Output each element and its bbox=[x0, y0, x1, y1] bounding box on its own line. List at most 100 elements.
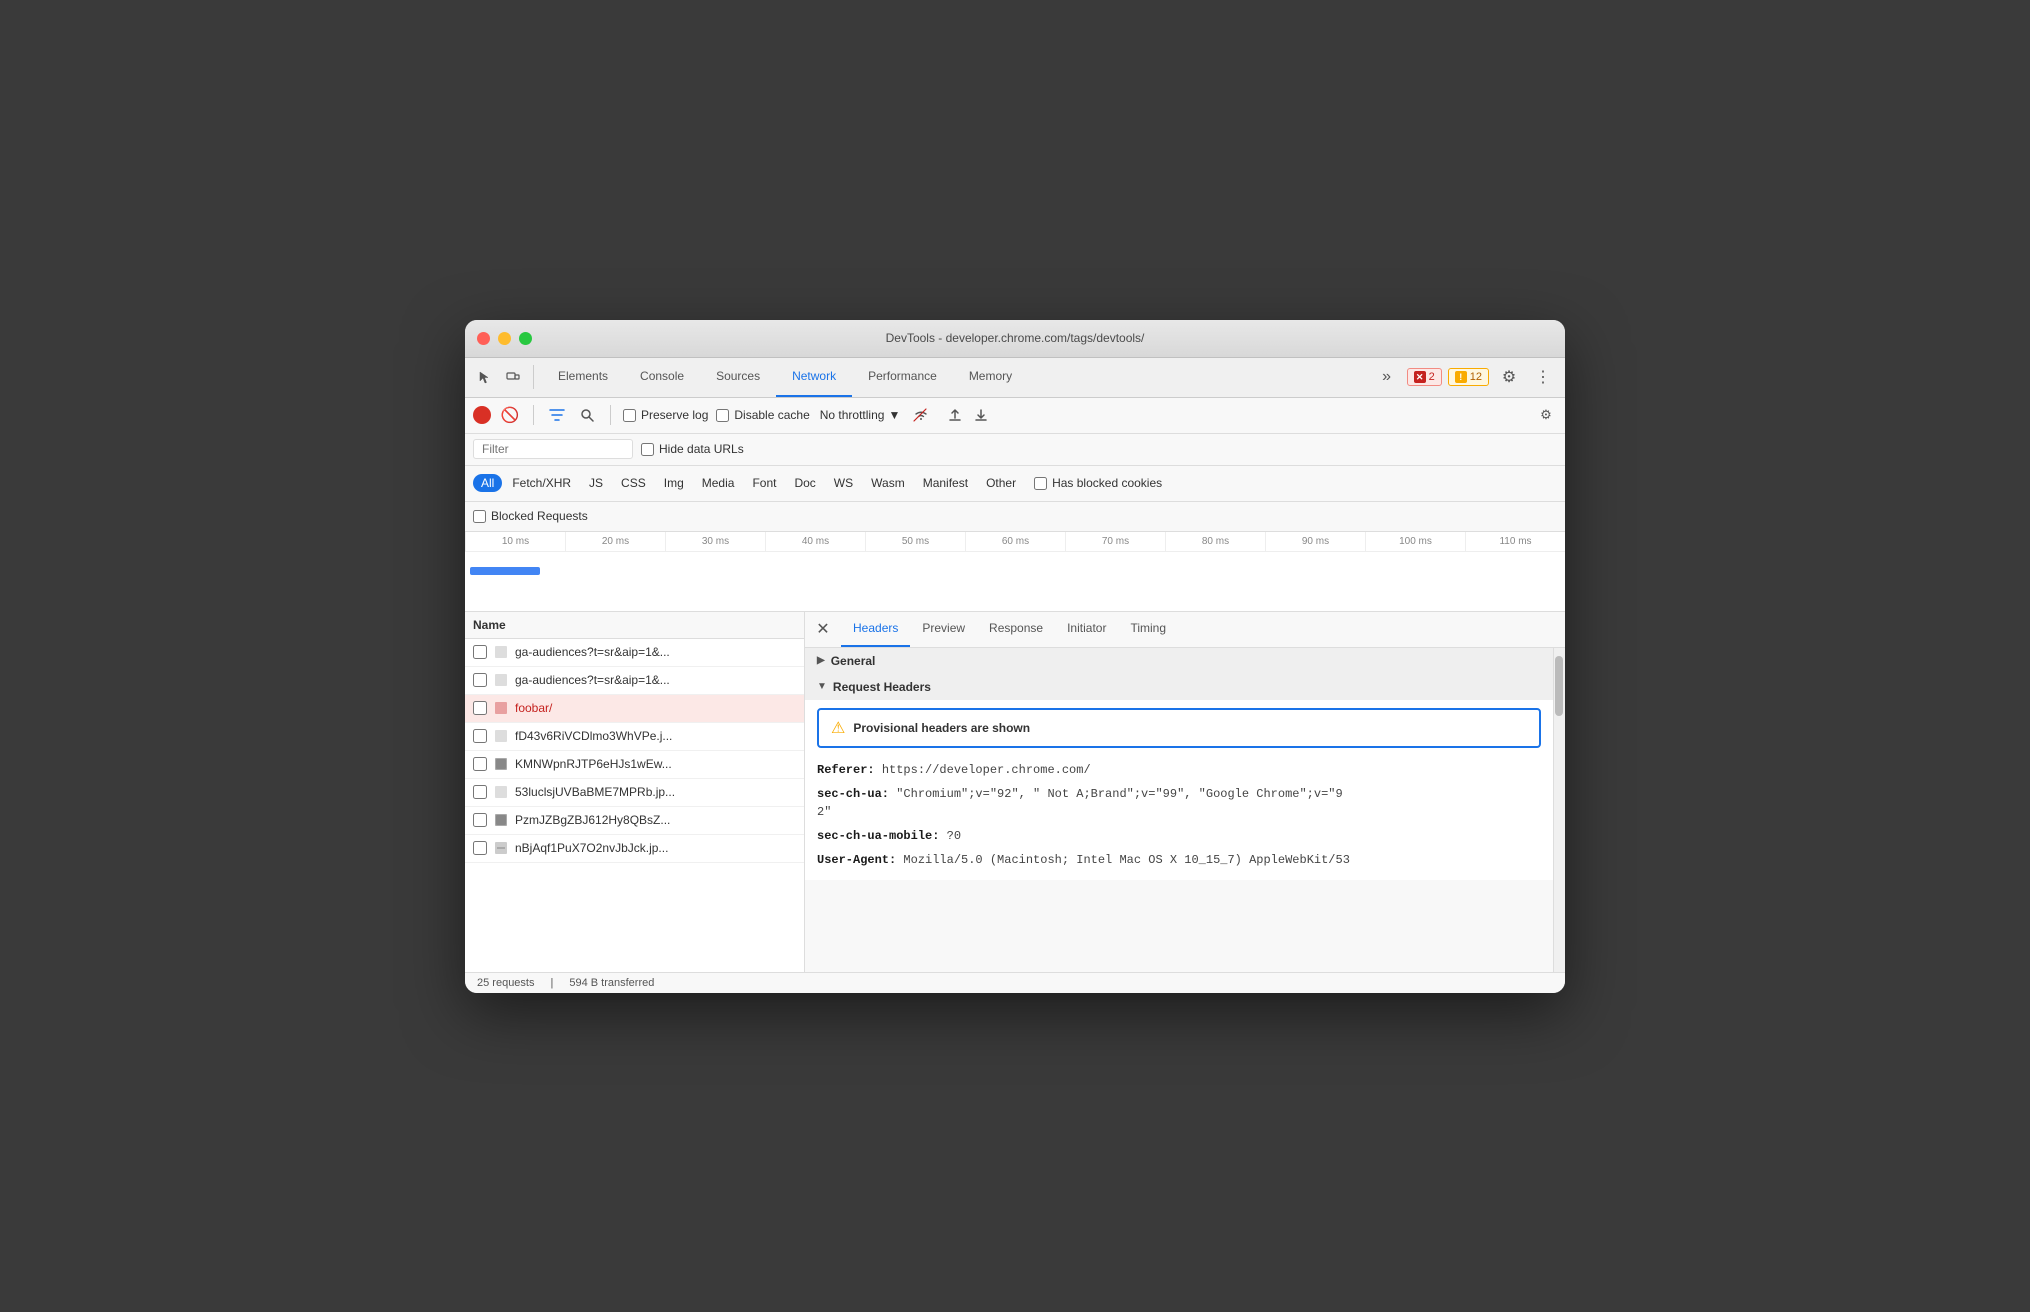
settings-icon[interactable]: ⚙ bbox=[1495, 363, 1523, 391]
has-blocked-cookies-label[interactable]: Has blocked cookies bbox=[1034, 476, 1162, 490]
search-icon-btn[interactable] bbox=[576, 404, 598, 426]
request-item[interactable]: nBjAqf1PuX7O2nvJbJck.jp... bbox=[465, 835, 804, 863]
minimize-button[interactable] bbox=[498, 332, 511, 345]
device-icon[interactable] bbox=[501, 365, 525, 389]
tab-sources[interactable]: Sources bbox=[700, 358, 776, 397]
disable-cache-checkbox[interactable] bbox=[716, 409, 729, 422]
tab-performance[interactable]: Performance bbox=[852, 358, 953, 397]
disable-cache-label[interactable]: Disable cache bbox=[716, 408, 809, 422]
warning-triangle-icon: ⚠ bbox=[831, 718, 845, 738]
overflow-icon[interactable]: » bbox=[1373, 363, 1401, 391]
request-name: KMNWpnRJTP6eHJs1wEw... bbox=[515, 757, 796, 771]
timeline-ruler: 10 ms 20 ms 30 ms 40 ms 50 ms 60 ms 70 m… bbox=[465, 532, 1565, 552]
details-scrollbar[interactable] bbox=[1553, 648, 1565, 972]
hide-data-urls-label[interactable]: Hide data URLs bbox=[641, 442, 744, 456]
tick-80ms: 80 ms bbox=[1165, 532, 1265, 551]
general-section-header[interactable]: ▶ General bbox=[805, 648, 1553, 674]
tab-timing[interactable]: Timing bbox=[1118, 612, 1178, 647]
request-item[interactable]: ga-audiences?t=sr&aip=1&... bbox=[465, 639, 804, 667]
tab-memory[interactable]: Memory bbox=[953, 358, 1028, 397]
type-btn-fetch-xhr[interactable]: Fetch/XHR bbox=[504, 474, 579, 492]
provisional-warning-text: Provisional headers are shown bbox=[853, 721, 1030, 735]
request-checkbox[interactable] bbox=[473, 785, 487, 799]
clear-button[interactable]: 🚫 bbox=[499, 404, 521, 426]
request-type-icon bbox=[493, 812, 509, 828]
header-val-referer: https://developer.chrome.com/ bbox=[882, 763, 1091, 777]
tick-100ms: 100 ms bbox=[1365, 532, 1465, 551]
request-item[interactable]: fD43v6RiVCDlmo3WhVPe.j... bbox=[465, 723, 804, 751]
tick-90ms: 90 ms bbox=[1265, 532, 1365, 551]
provisional-warning-box: ⚠ Provisional headers are shown bbox=[817, 708, 1541, 748]
type-btn-all[interactable]: All bbox=[473, 474, 502, 492]
tab-network[interactable]: Network bbox=[776, 358, 852, 397]
network-settings-icon[interactable]: ⚙ bbox=[1535, 404, 1557, 426]
filter-input[interactable] bbox=[473, 439, 633, 459]
preserve-log-checkbox[interactable] bbox=[623, 409, 636, 422]
request-checkbox[interactable] bbox=[473, 673, 487, 687]
type-btn-ws[interactable]: WS bbox=[826, 474, 861, 492]
wifi-icon[interactable] bbox=[910, 404, 932, 426]
blocked-requests-label[interactable]: Blocked Requests bbox=[473, 509, 588, 523]
type-btn-css[interactable]: CSS bbox=[613, 474, 654, 492]
upload-icon[interactable] bbox=[944, 404, 966, 426]
tab-response[interactable]: Response bbox=[977, 612, 1055, 647]
request-checkbox[interactable] bbox=[473, 701, 487, 715]
request-checkbox[interactable] bbox=[473, 757, 487, 771]
devtools-nav-bar: Elements Console Sources Network Perform… bbox=[465, 358, 1565, 398]
request-checkbox[interactable] bbox=[473, 729, 487, 743]
type-btn-wasm[interactable]: Wasm bbox=[863, 474, 913, 492]
warning-badge[interactable]: ! 12 bbox=[1448, 368, 1489, 386]
request-checkbox[interactable] bbox=[473, 645, 487, 659]
maximize-button[interactable] bbox=[519, 332, 532, 345]
request-type-icon bbox=[493, 840, 509, 856]
tab-initiator[interactable]: Initiator bbox=[1055, 612, 1118, 647]
details-close-icon[interactable]: ✕ bbox=[813, 619, 833, 639]
request-headers-content: ⚠ Provisional headers are shown Referer:… bbox=[805, 700, 1553, 880]
record-button[interactable] bbox=[473, 406, 491, 424]
request-name-error: foobar/ bbox=[515, 701, 796, 715]
type-btn-img[interactable]: Img bbox=[656, 474, 692, 492]
tab-console[interactable]: Console bbox=[624, 358, 700, 397]
tick-20ms: 20 ms bbox=[565, 532, 665, 551]
request-name: 53luclsjUVBaBME7MPRb.jp... bbox=[515, 785, 796, 799]
request-checkbox[interactable] bbox=[473, 841, 487, 855]
more-options-icon[interactable]: ⋮ bbox=[1529, 363, 1557, 391]
type-btn-media[interactable]: Media bbox=[694, 474, 743, 492]
request-item[interactable]: KMNWpnRJTP6eHJs1wEw... bbox=[465, 751, 804, 779]
has-blocked-cookies-checkbox[interactable] bbox=[1034, 477, 1047, 490]
type-btn-manifest[interactable]: Manifest bbox=[915, 474, 976, 492]
type-btn-other[interactable]: Other bbox=[978, 474, 1024, 492]
request-item[interactable]: PzmJZBgZBJ612Hy8QBsZ... bbox=[465, 807, 804, 835]
tick-10ms: 10 ms bbox=[465, 532, 565, 551]
request-item[interactable]: ga-audiences?t=sr&aip=1&... bbox=[465, 667, 804, 695]
cursor-icon[interactable] bbox=[473, 365, 497, 389]
hide-data-urls-checkbox[interactable] bbox=[641, 443, 654, 456]
request-checkbox[interactable] bbox=[473, 813, 487, 827]
toolbar-divider-1 bbox=[533, 405, 534, 425]
request-headers-section-header[interactable]: ▼ Request Headers bbox=[805, 674, 1553, 700]
download-icon[interactable] bbox=[970, 404, 992, 426]
type-btn-doc[interactable]: Doc bbox=[786, 474, 823, 492]
devtools-actions: » ✕ 2 ! 12 ⚙ ⋮ bbox=[1373, 363, 1557, 391]
tab-elements[interactable]: Elements bbox=[542, 358, 624, 397]
header-val-user-agent: Mozilla/5.0 (Macintosh; Intel Mac OS X 1… bbox=[903, 853, 1349, 867]
tab-preview[interactable]: Preview bbox=[910, 612, 977, 647]
throttling-select[interactable]: No throttling ▼ bbox=[818, 406, 903, 424]
request-item[interactable]: 53luclsjUVBaBME7MPRb.jp... bbox=[465, 779, 804, 807]
error-icon: ✕ bbox=[1414, 371, 1426, 383]
request-name: nBjAqf1PuX7O2nvJbJck.jp... bbox=[515, 841, 796, 855]
request-item-selected[interactable]: foobar/ bbox=[465, 695, 804, 723]
type-btn-font[interactable]: Font bbox=[744, 474, 784, 492]
network-toolbar: 🚫 Preserve log Disable cache No throttli… bbox=[465, 398, 1565, 434]
tab-headers[interactable]: Headers bbox=[841, 612, 910, 647]
filter-icon-btn[interactable] bbox=[546, 404, 568, 426]
type-btn-js[interactable]: JS bbox=[581, 474, 611, 492]
preserve-log-label[interactable]: Preserve log bbox=[623, 408, 708, 422]
blocked-requests-checkbox[interactable] bbox=[473, 510, 486, 523]
requests-panel: Name ga-audiences?t=sr&aip=1&... ga-audi… bbox=[465, 612, 805, 972]
error-badge[interactable]: ✕ 2 bbox=[1407, 368, 1442, 386]
transferred-size: 594 B transferred bbox=[569, 977, 654, 989]
timeline-content bbox=[465, 552, 1565, 612]
request-type-icon bbox=[493, 728, 509, 744]
close-button[interactable] bbox=[477, 332, 490, 345]
